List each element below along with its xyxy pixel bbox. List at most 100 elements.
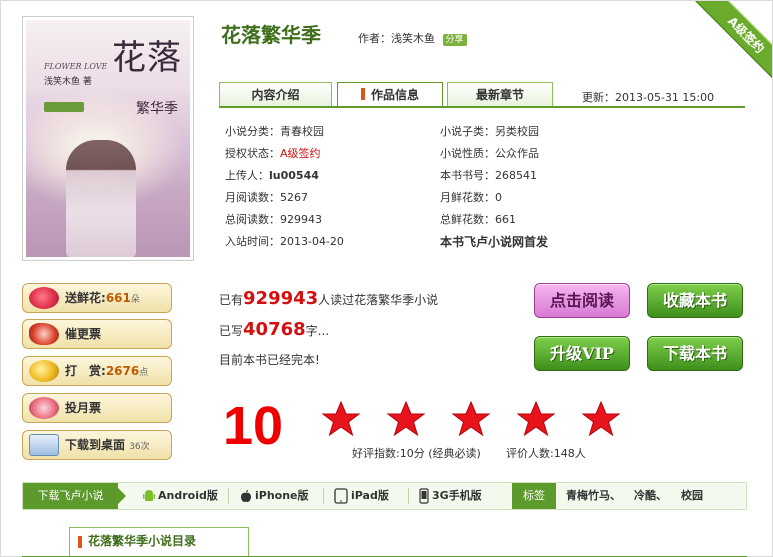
ticket-icon (29, 397, 59, 419)
monthly-reads-value: 5267 (280, 191, 308, 204)
words-count: 40768 (243, 319, 306, 340)
book-no-label: 本书书号： (440, 169, 495, 182)
total-reads-label: 总阅读数： (225, 213, 280, 226)
words-prefix: 已写 (219, 324, 244, 338)
join-label: 入站时间： (225, 235, 280, 248)
completion-status: 目前本书已经完本! (219, 353, 320, 367)
total-flowers-value: 661 (495, 213, 516, 226)
star-icon[interactable] (581, 399, 621, 439)
total-reads-value: 929943 (280, 213, 322, 226)
tab-info[interactable]: 作品信息 (337, 82, 443, 106)
reward-label: 打 赏: (65, 364, 106, 378)
apple-icon (241, 490, 251, 502)
cover-art: 花落 FLOWER LOVE 浅笑木鱼 著 繁华季 (26, 20, 190, 257)
divider (323, 488, 324, 504)
ipad-link[interactable]: iPad版 (334, 483, 389, 509)
cover-title-small: 繁华季 (136, 101, 178, 117)
tags-label: 标签 (512, 483, 556, 509)
read-suffix: 人读过花落繁华季小说 (318, 293, 439, 307)
author-name[interactable]: 浅笑木鱼 (391, 32, 435, 45)
nature-label: 小说性质： (440, 147, 495, 160)
words-suffix: 字... (305, 324, 330, 338)
urge-icon (29, 323, 59, 345)
star-icon[interactable] (386, 399, 426, 439)
download-desktop-button[interactable]: 下载到桌面 36次 (22, 430, 172, 460)
auth-value: A级签约 (280, 147, 321, 160)
monthly-flowers-label: 月鲜花数： (440, 191, 495, 204)
first-publish-note: 本书飞卢小说网首发 (440, 235, 549, 249)
cover-figure (66, 140, 136, 257)
flowers-count: 661 (105, 291, 131, 305)
platform-bar: 下载飞卢小说 Android版 iPhone版 iPad版 3G手机版 标签 青… (22, 482, 747, 510)
read-count: 929943 (243, 288, 319, 309)
nature-value: 公众作品 (495, 147, 539, 160)
subcategory-value[interactable]: 另类校园 (495, 125, 539, 138)
contract-ribbon: A级签约 (688, 1, 772, 85)
star-icon[interactable] (516, 399, 556, 439)
reward-count: 2676 (105, 364, 140, 378)
book-cover[interactable]: 花落 FLOWER LOVE 浅笑木鱼 著 繁华季 (22, 16, 194, 261)
book-title: 花落繁华季 (221, 23, 321, 47)
flowers-label: 送鲜花: (65, 291, 106, 305)
tag-item[interactable]: 青梅竹马、 (566, 483, 621, 509)
cover-author: 浅笑木鱼 著 (44, 77, 92, 87)
coins-icon (29, 360, 59, 382)
total-flowers-label: 总鲜花数： (440, 213, 495, 226)
monthly-reads-label: 月阅读数： (225, 191, 280, 204)
tablet-icon (334, 488, 348, 504)
monthly-ticket-button[interactable]: 投月票 (22, 393, 172, 423)
star-icon[interactable] (451, 399, 491, 439)
updated-time: 更新：2013-05-31 15:00 (582, 91, 715, 104)
android-label: Android版 (158, 489, 218, 502)
join-value: 2013-04-20 (280, 235, 344, 248)
platform-label: 下载飞卢小说 (23, 483, 126, 509)
android-link[interactable]: Android版 (143, 483, 218, 509)
tab-intro[interactable]: 内容介绍 (219, 82, 332, 106)
cover-title: 花落 (112, 38, 182, 78)
subcategory-label: 小说子类： (440, 125, 495, 138)
words-stat: 已写40768字... (219, 319, 329, 340)
monthly-flowers-value: 0 (495, 191, 502, 204)
uploader-value[interactable]: lu00544 (269, 169, 319, 182)
star-icon[interactable] (321, 399, 361, 439)
read-stat: 已有929943人读过花落繁华季小说 (219, 288, 438, 309)
share-button[interactable]: 分享 (442, 34, 467, 46)
send-flowers-button[interactable]: 送鲜花:661朵 (22, 283, 172, 313)
page-frame: 花落 FLOWER LOVE 浅笑木鱼 著 繁华季 花落繁华季 作者：浅笑木鱼 … (0, 0, 773, 557)
read-prefix: 已有 (219, 293, 244, 307)
reward-unit: 点 (139, 368, 149, 378)
category-value[interactable]: 青春校园 (280, 125, 324, 138)
rating-note: 好评指数:10分 (经典必读) (352, 447, 481, 460)
cover-subtitle: FLOWER LOVE (44, 62, 108, 71)
rose-icon (29, 287, 59, 309)
divider (228, 488, 229, 504)
uploader-label: 上传人： (225, 169, 269, 182)
book-info: 小说分类：青春校园 小说子类：另类校园 授权状态：A级签约 小说性质：公众作品 … (225, 124, 745, 256)
catalog-tab[interactable]: 花落繁华季小说目录 (69, 527, 249, 556)
favorite-button[interactable]: 收藏本书 (647, 283, 743, 318)
tag-item[interactable]: 冷酷、 (634, 483, 667, 509)
download-icon (29, 434, 59, 456)
3g-link[interactable]: 3G手机版 (419, 483, 482, 509)
urge-update-button[interactable]: 催更票 (22, 319, 172, 349)
download-count: 36次 (129, 442, 150, 452)
tab-latest[interactable]: 最新章节 (447, 82, 553, 106)
3g-label: 3G手机版 (432, 489, 482, 502)
book-no-value: 268541 (495, 169, 537, 182)
info-tabs: 内容介绍 作品信息 最新章节 更新：2013-05-31 15:00 (219, 82, 745, 108)
reward-button[interactable]: 打 赏:2676点 (22, 356, 172, 386)
ribbon-label: A级签约 (695, 1, 772, 85)
flowers-unit: 朵 (130, 295, 140, 305)
read-button[interactable]: 点击阅读 (534, 283, 630, 318)
urge-label: 催更票 (65, 327, 102, 341)
author-label: 作者： (358, 32, 391, 45)
publisher-logo (44, 102, 84, 112)
iphone-link[interactable]: iPhone版 (240, 483, 309, 509)
android-icon (143, 490, 155, 501)
upgrade-vip-button[interactable]: 升级VIP (534, 336, 630, 371)
download-desktop-label: 下载到桌面 (65, 438, 126, 452)
monthly-ticket-label: 投月票 (65, 401, 102, 415)
auth-label: 授权状态： (225, 147, 280, 160)
tag-item[interactable]: 校园 (681, 483, 703, 509)
download-book-button[interactable]: 下载本书 (647, 336, 743, 371)
